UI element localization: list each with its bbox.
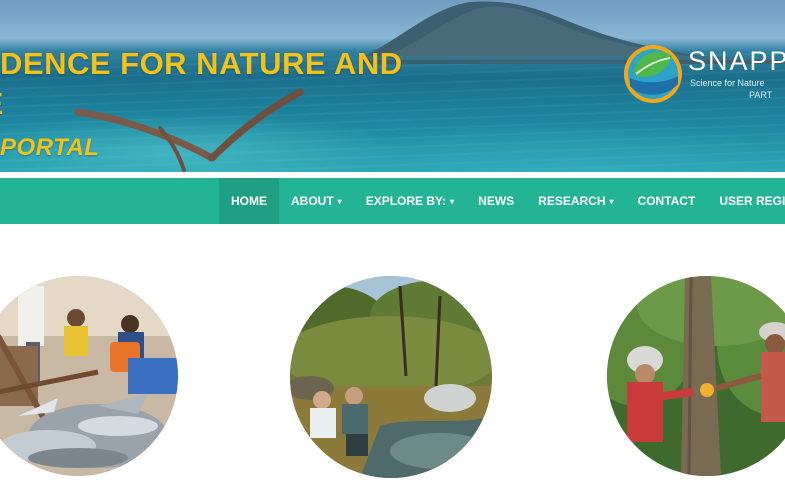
main-nav: HOME ABOUT ▾ EXPLORE BY: ▾ NEWS RESEARCH…	[0, 178, 785, 224]
hero-title: DENCE FOR NATURE AND PLE	[0, 44, 403, 124]
nav-list: HOME ABOUT ▾ EXPLORE BY: ▾ NEWS RESEARCH…	[219, 178, 785, 224]
snapp-logo[interactable]: SNAPP Science for Nature PART	[622, 40, 785, 106]
nav-item-label: RESEARCH	[538, 194, 606, 208]
leaf-globe-icon	[624, 45, 682, 103]
fish-market-photo	[0, 276, 178, 476]
nav-item-contact[interactable]: CONTACT	[626, 178, 708, 224]
logo-tagline: Science for Nature	[690, 78, 765, 88]
feature-image-tree-measurement[interactable]	[607, 276, 785, 476]
nav-item-label: HOME	[231, 194, 267, 208]
nav-item-home[interactable]: HOME	[219, 178, 279, 224]
forest-stream-researchers-photo	[290, 276, 492, 478]
hero-title-line2: PLE	[0, 84, 345, 124]
nav-item-label: NEWS	[478, 194, 515, 208]
chevron-down-icon: ▾	[450, 196, 455, 206]
chevron-down-icon: ▾	[609, 196, 614, 206]
chevron-down-icon: ▾	[337, 196, 342, 206]
nav-item-user-registration[interactable]: USER REGISTR	[707, 178, 785, 224]
hero-banner: DENCE FOR NATURE AND PLE PORTAL SNAPP Sc…	[0, 0, 785, 172]
nav-item-label: CONTACT	[637, 194, 696, 208]
feature-image-fish-market[interactable]	[0, 276, 178, 476]
hero-subtitle: PORTAL	[0, 134, 100, 161]
hero-title-line1: DENCE FOR NATURE AND	[0, 46, 403, 81]
nav-item-explore-by[interactable]: EXPLORE BY: ▾	[354, 178, 466, 224]
nav-item-label: EXPLORE BY:	[365, 194, 447, 208]
logo-partner: PART	[749, 90, 773, 100]
nav-item-label: USER REGISTR	[719, 194, 785, 208]
tree-measurement-photo	[607, 276, 785, 476]
nav-item-about[interactable]: ABOUT ▾	[279, 178, 354, 224]
nav-item-research[interactable]: RESEARCH ▾	[526, 178, 625, 224]
feature-image-forest-stream[interactable]	[290, 276, 492, 478]
nav-item-label: ABOUT	[291, 194, 334, 208]
logo-name: SNAPP	[688, 46, 785, 76]
nav-item-news[interactable]: NEWS	[466, 178, 526, 224]
